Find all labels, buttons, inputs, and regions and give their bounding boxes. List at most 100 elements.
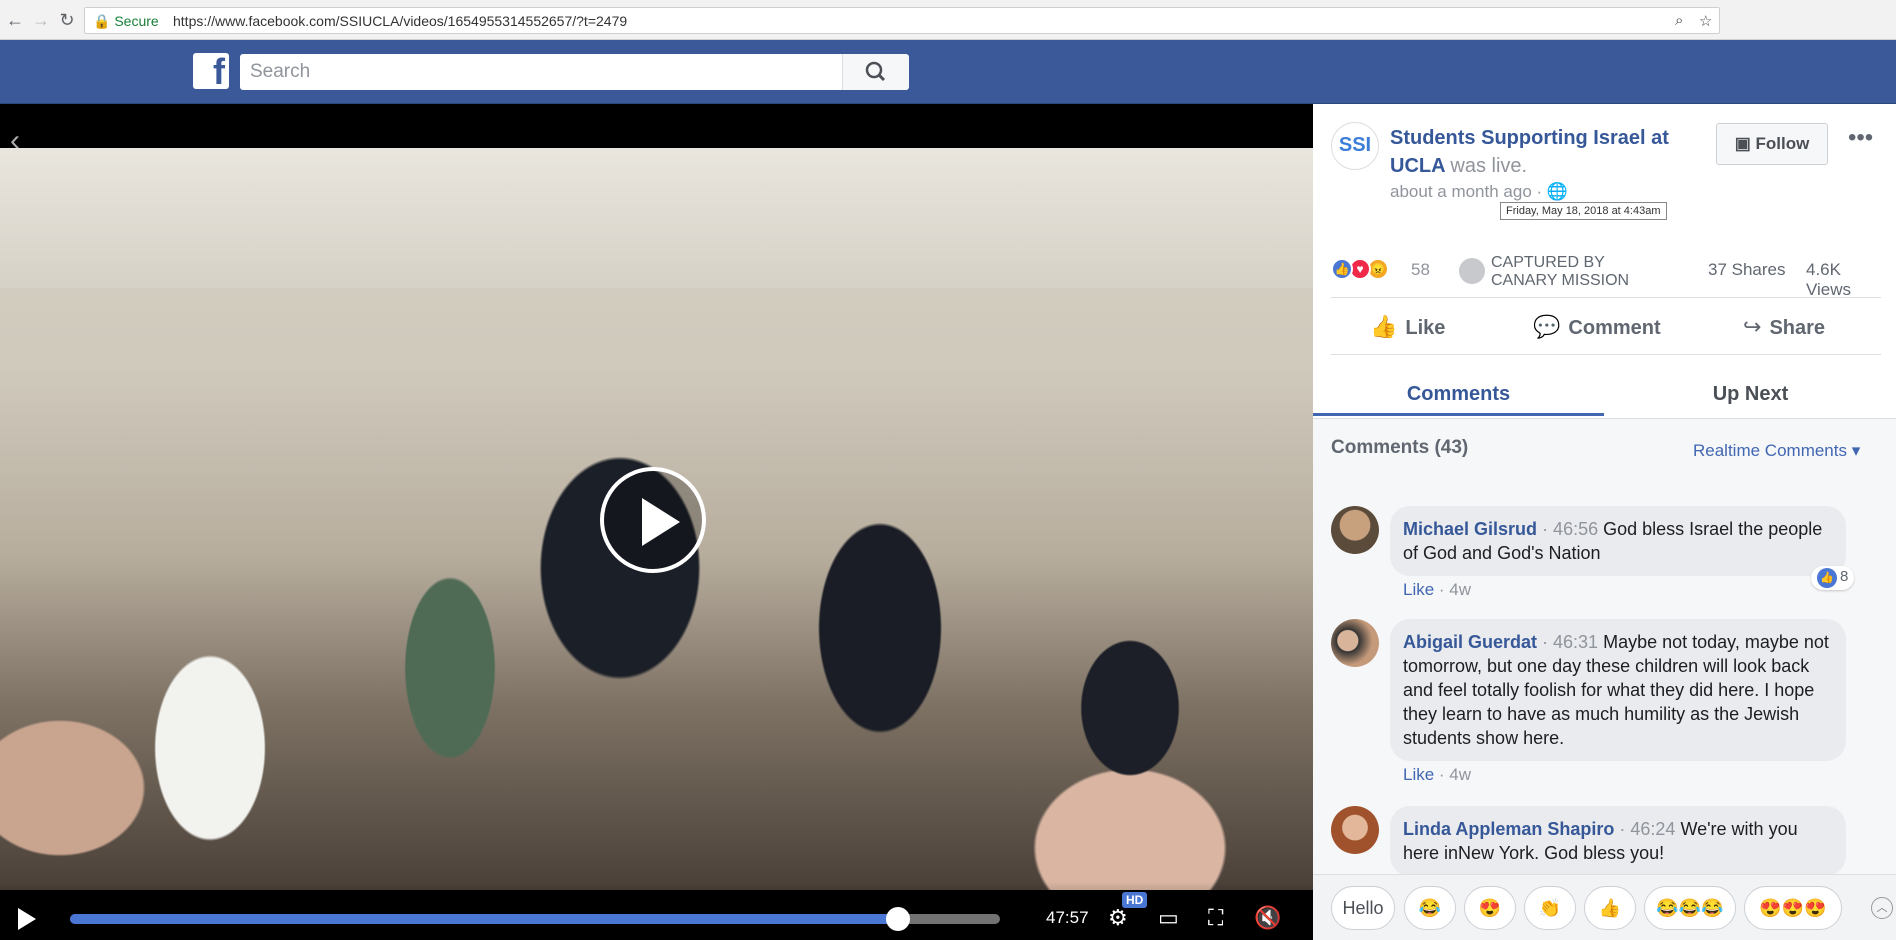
search-icon	[865, 61, 886, 82]
url-text[interactable]: https://www.facebook.com/SSIUCLA/videos/…	[173, 13, 627, 29]
elapsed-time: 47:57	[1046, 908, 1089, 927]
page-avatar-text: SSI	[1338, 134, 1372, 156]
share-label: Share	[1769, 317, 1826, 339]
comment-like-link[interactable]: Like	[1403, 765, 1434, 784]
facebook-logo[interactable]: f	[193, 51, 229, 92]
tab-comments[interactable]: Comments	[1313, 376, 1604, 416]
facebook-logo-glyph: f	[213, 51, 225, 92]
commenter-name[interactable]: Michael Gilsrud	[1403, 519, 1537, 539]
avatar[interactable]	[1331, 506, 1379, 554]
comment-timecode[interactable]: · 46:24	[1619, 819, 1675, 839]
avatar[interactable]	[1331, 806, 1379, 854]
browser-toolbar: ← → ↻ 🔒 Secure https://www.facebook.com/…	[0, 0, 1896, 40]
forward-arrow-icon[interactable]: →	[30, 9, 52, 31]
captured-watermark: CAPTURED BY CANARY MISSION	[1491, 254, 1629, 290]
comment-meta: Like · 4w	[1403, 765, 1471, 785]
follow-icon: ▣	[1734, 134, 1751, 153]
quick-reply-chip[interactable]: 👏	[1524, 886, 1576, 930]
like-label: Like	[1405, 317, 1446, 339]
reaction-count[interactable]: 58	[1411, 260, 1430, 280]
facebook-header: f	[0, 40, 1896, 104]
commenter-name[interactable]: Abigail Guerdat	[1403, 632, 1537, 652]
settings-gear-icon[interactable]: ⚙	[1108, 905, 1128, 931]
quick-reply-chip[interactable]: 😍😍😍	[1744, 886, 1842, 930]
fullscreen-icon[interactable]: ⛶	[1208, 905, 1223, 931]
comment-meta: Like · 4w	[1403, 580, 1471, 600]
comment-bubble: Abigail Guerdat · 46:31 Maybe not today,…	[1390, 619, 1846, 761]
shares-count[interactable]: 37 Shares	[1708, 260, 1786, 280]
search-input[interactable]	[240, 54, 842, 90]
page-name-link[interactable]: Students Supporting Israel at UCLA	[1390, 127, 1669, 177]
divider	[1331, 354, 1881, 355]
share-button[interactable]: ↪ Share	[1743, 314, 1825, 340]
like-button[interactable]: 👍 Like	[1370, 314, 1445, 340]
comment-button[interactable]: 💬 Comment	[1533, 314, 1661, 340]
quick-reply-chip[interactable]: 😍	[1464, 886, 1516, 930]
comment-timecode[interactable]: · 46:31	[1542, 632, 1598, 652]
comment-age[interactable]: · 4w	[1439, 765, 1471, 784]
follow-label: Follow	[1755, 134, 1810, 153]
comment-label: Comment	[1568, 317, 1661, 339]
post-stats: 👍 ♥ 😠 58 CAPTURED BY CANARY MISSION 37 S…	[1331, 254, 1881, 299]
video-controls: 47:57 ⚙ HD ▭ ⛶ 🔇	[0, 882, 1313, 940]
chevron-left-icon[interactable]: ‹	[10, 124, 20, 158]
time-ago[interactable]: about a month ago ·	[1390, 182, 1542, 201]
quick-reply-chip[interactable]: 👍	[1584, 886, 1636, 930]
views-count: 4.6K Views	[1806, 260, 1852, 299]
secure-label: Secure	[114, 13, 159, 29]
thumbs-up-icon: 👍	[1817, 568, 1837, 588]
avatar[interactable]	[1331, 619, 1379, 667]
post-title: Students Supporting Israel at UCLA was l…	[1390, 124, 1670, 180]
comment-reactions[interactable]: 👍 8	[1811, 566, 1855, 590]
timestamp-tooltip: Friday, May 18, 2018 at 4:43am	[1500, 202, 1667, 220]
mute-icon[interactable]: 🔇	[1254, 905, 1281, 931]
bookmark-star-icon[interactable]: ☆	[1699, 12, 1712, 30]
video-frame-ceiling	[0, 148, 1313, 288]
comment-timecode[interactable]: · 46:56	[1542, 519, 1598, 539]
was-live-text: was live.	[1450, 155, 1528, 177]
tab-up-next[interactable]: Up Next	[1605, 376, 1896, 416]
realtime-comments-dropdown[interactable]: Realtime Comments ▾	[1693, 441, 1860, 461]
comments-panel: Comments (43) Realtime Comments ▾ Michae…	[1313, 419, 1896, 874]
quick-reply-chip[interactable]: Hello	[1331, 886, 1395, 930]
hd-badge: HD	[1122, 892, 1148, 908]
post-timestamp[interactable]: about a month ago · 🌐	[1390, 182, 1568, 202]
reload-icon[interactable]: ↻	[56, 9, 78, 31]
big-play-button[interactable]	[600, 467, 706, 573]
like-reaction-icon[interactable]: 👍	[1331, 258, 1353, 280]
address-bar[interactable]: 🔒 Secure https://www.facebook.com/SSIUCL…	[84, 7, 1720, 34]
progress-fill	[70, 914, 898, 924]
comments-count: Comments (43)	[1331, 437, 1469, 458]
secure-indicator: 🔒 Secure	[93, 13, 159, 29]
video-player[interactable]: ‹ 47:57 ⚙ HD ▭ ⛶ 🔇	[0, 104, 1313, 940]
thumbs-up-icon: 👍	[1370, 314, 1398, 339]
canary-mission-icon	[1459, 258, 1485, 284]
quick-reply-bar: Hello 😂 😍 👏 👍 😂😂😂 😍😍😍 ︿	[1313, 874, 1896, 940]
progress-handle[interactable]	[885, 907, 910, 931]
comment-bubble: Linda Appleman Shapiro · 46:24 We're wit…	[1390, 806, 1846, 874]
comment-bubble: Michael Gilsrud · 46:56 God bless Israel…	[1390, 506, 1846, 576]
captured-line1: CAPTURED BY	[1491, 254, 1605, 271]
commenter-name[interactable]: Linda Appleman Shapiro	[1403, 819, 1614, 839]
progress-bar[interactable]	[70, 907, 1000, 931]
more-options-icon[interactable]: •••	[1848, 124, 1873, 152]
quick-reply-chip[interactable]: 😂😂😂	[1644, 886, 1736, 930]
globe-icon: 🌐	[1546, 182, 1569, 201]
divider	[1331, 297, 1881, 298]
comment-like-link[interactable]: Like	[1403, 580, 1434, 599]
comment-icon: 💬	[1533, 314, 1561, 339]
play-icon[interactable]	[18, 908, 36, 930]
post-sidebar: SSI Students Supporting Israel at UCLA w…	[1313, 104, 1896, 940]
captured-line2: CANARY MISSION	[1491, 272, 1630, 289]
page-avatar[interactable]: SSI	[1331, 122, 1379, 170]
comment-age[interactable]: · 4w	[1439, 580, 1471, 599]
zoom-icon[interactable]: ⌕	[1675, 12, 1683, 29]
quick-reply-chip[interactable]: 😂	[1404, 886, 1456, 930]
back-arrow-icon[interactable]: ←	[4, 9, 26, 31]
follow-button[interactable]: ▣ Follow	[1716, 123, 1828, 165]
chevron-up-icon[interactable]: ︿	[1871, 897, 1893, 919]
cast-icon[interactable]: ▭	[1158, 905, 1179, 931]
share-icon: ↪	[1743, 314, 1762, 339]
search-button[interactable]	[842, 54, 909, 90]
comment-reaction-count: 8	[1840, 568, 1849, 585]
